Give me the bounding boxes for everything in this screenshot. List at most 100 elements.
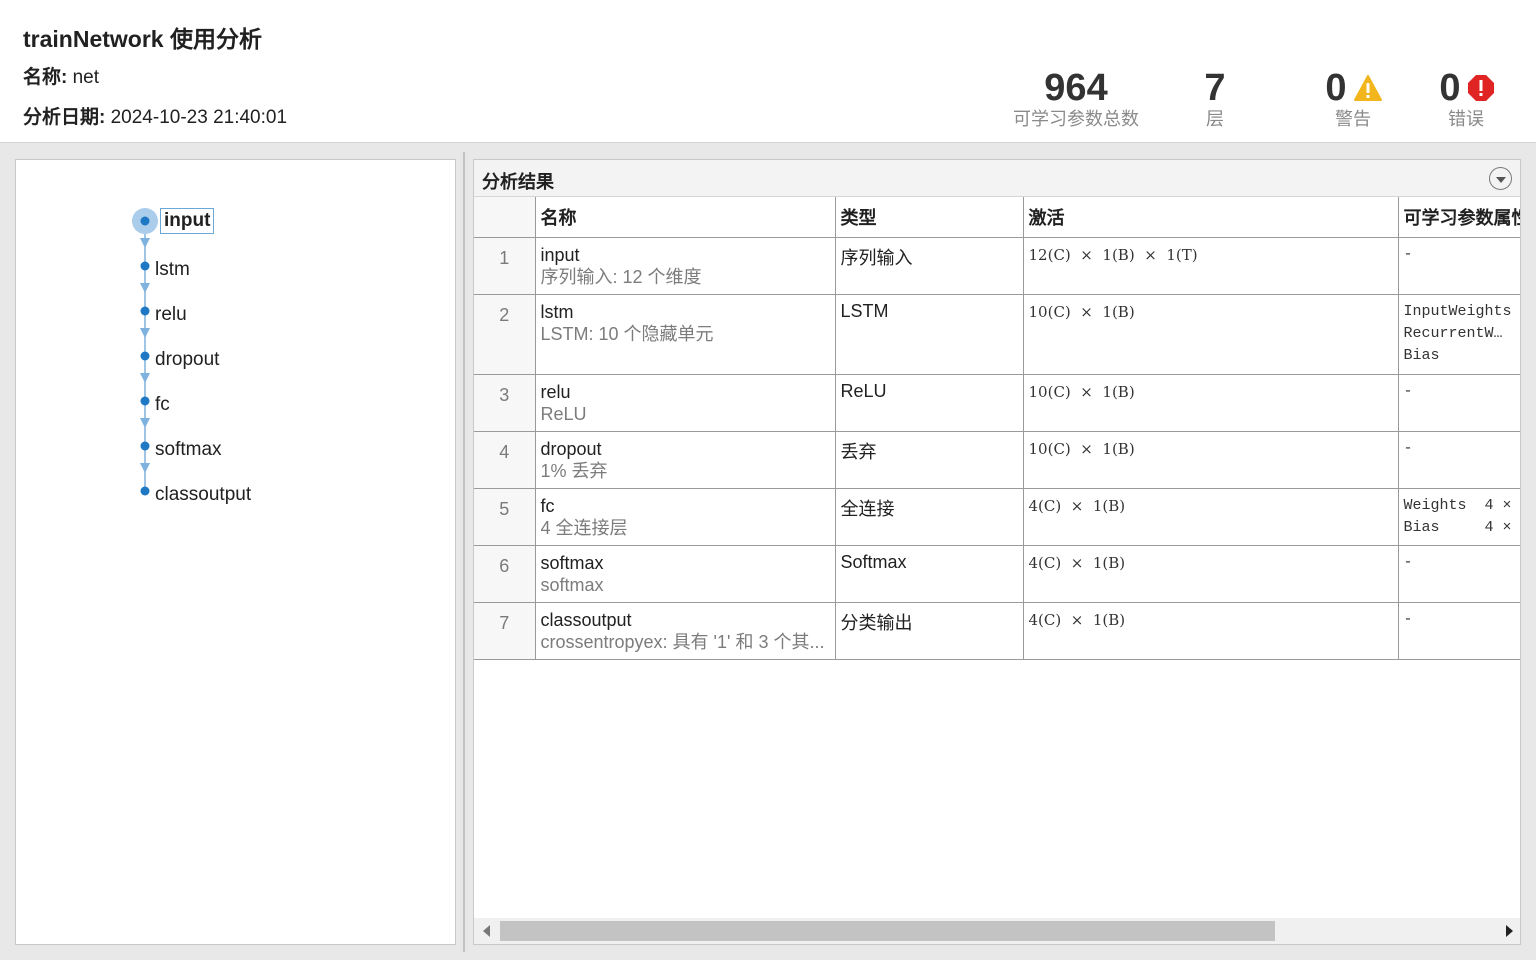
warnings-count: 0	[1325, 67, 1347, 109]
table-row[interactable]: 7 classoutput crossentropyex: 具有 '1' 和 3…	[474, 602, 1520, 660]
graph-label-input[interactable]: input	[160, 208, 215, 234]
table-header-row: 名称 类型 激活 可学习参数属性	[474, 197, 1520, 238]
table-row[interactable]: 6 softmax softmax Softmax 4(C) × 1(B) -	[474, 545, 1520, 603]
table-row[interactable]: 2 lstm LSTM: 10 个隐藏单元 LSTM 10(C) × 1(B) …	[474, 294, 1520, 375]
row-index: 6	[474, 545, 536, 603]
col-type-header[interactable]: 类型	[835, 197, 1024, 238]
layer-activation: 10(C) × 1(B)	[1023, 294, 1399, 375]
error-icon	[1467, 75, 1494, 101]
table-row[interactable]: 4 dropout 1% 丢弃 丢弃 10(C) × 1(B) -	[474, 431, 1520, 489]
network-graph-panel[interactable]: input lstm relu dropout fc softmax class…	[15, 159, 456, 945]
date-label: 分析日期:	[23, 107, 106, 128]
collapse-icon[interactable]	[1489, 167, 1512, 190]
table-row[interactable]: 3 relu ReLU ReLU 10(C) × 1(B) -	[474, 374, 1520, 432]
layer-activation: 12(C) × 1(B) × 1(T)	[1023, 237, 1399, 295]
layer-name-cell: lstm LSTM: 10 个隐藏单元	[535, 294, 836, 375]
analysis-date: 分析日期: 2024-10-23 21:40:01	[23, 102, 287, 129]
graph-node-classoutput[interactable]	[140, 486, 150, 496]
layer-name-cell: input 序列输入: 12 个维度	[535, 237, 836, 295]
layer-activation: 4(C) × 1(B)	[1023, 488, 1399, 546]
row-index: 7	[474, 602, 536, 660]
layer-learnables: -	[1398, 237, 1520, 295]
layer-description: 序列输入: 12 个维度	[540, 266, 702, 287]
graph-node-relu[interactable]	[140, 306, 150, 316]
results-panel: 分析结果 名称 类型 激活 可学习参数属性 1 input 序列输入: 12 个…	[473, 159, 1521, 945]
warnings-stat[interactable]: 0 警告	[1312, 66, 1396, 130]
layer-type: 全连接	[835, 488, 1024, 546]
layer-type: 丢弃	[835, 431, 1024, 489]
layer-learnables: InputWeights RecurrentW… Bias	[1398, 294, 1520, 375]
layer-learnables: Weights 4 × Bias 4 ×	[1398, 488, 1520, 546]
network-graph	[132, 208, 158, 496]
layer-activation: 10(C) × 1(B)	[1023, 431, 1399, 489]
results-title: 分析结果	[482, 172, 554, 192]
layer-description: ReLU	[540, 403, 587, 424]
col-index-header	[474, 197, 536, 238]
scrollbar-thumb[interactable]	[500, 921, 1275, 941]
graph-node-lstm[interactable]	[140, 261, 150, 271]
learnables-count: 964	[1044, 67, 1108, 109]
row-index: 2	[474, 294, 536, 375]
graph-node-dropout[interactable]	[140, 351, 150, 361]
layer-description: 1% 丢弃	[540, 460, 608, 481]
layer-type: 分类输出	[835, 602, 1024, 660]
table-row[interactable]: 5 fc 4 全连接层 全连接 4(C) × 1(B) Weights 4 × …	[474, 488, 1520, 546]
layer-name-cell: fc 4 全连接层	[535, 488, 836, 546]
col-name-header[interactable]: 名称	[535, 197, 836, 238]
graph-label-softmax[interactable]: softmax	[155, 439, 222, 461]
results-header: 分析结果	[474, 160, 1520, 197]
layer-activation: 4(C) × 1(B)	[1023, 545, 1399, 603]
name-label: 名称:	[23, 67, 68, 88]
graph-node-input[interactable]	[140, 216, 150, 226]
scroll-left-icon[interactable]	[483, 925, 490, 937]
errors-stat[interactable]: 0 错误	[1428, 66, 1506, 130]
layer-learnables: -	[1398, 545, 1520, 603]
row-index: 5	[474, 488, 536, 546]
layer-name-cell: relu ReLU	[535, 374, 836, 432]
results-table-wrap[interactable]: 名称 类型 激活 可学习参数属性 1 input 序列输入: 12 个维度 序列…	[474, 197, 1520, 919]
layer-name: softmax	[540, 552, 604, 573]
graph-label-lstm[interactable]: lstm	[155, 259, 190, 281]
layers-stat: 7 层	[1185, 66, 1245, 130]
layer-name-cell: softmax softmax	[535, 545, 836, 603]
layer-learnables: -	[1398, 374, 1520, 432]
page-title: trainNetwork 使用分析	[23, 26, 262, 52]
graph-label-dropout[interactable]: dropout	[155, 349, 219, 371]
panel-splitter[interactable]	[463, 152, 465, 952]
warning-icon	[1353, 75, 1382, 101]
layers-count: 7	[1204, 67, 1226, 109]
col-activation-header[interactable]: 激活	[1023, 197, 1399, 238]
horizontal-scrollbar[interactable]	[474, 918, 1520, 944]
row-index: 4	[474, 431, 536, 489]
layer-type: ReLU	[835, 374, 1024, 432]
table-row[interactable]: 1 input 序列输入: 12 个维度 序列输入 12(C) × 1(B) ×…	[474, 237, 1520, 295]
layer-name: classoutput	[540, 609, 632, 630]
layer-name: lstm	[540, 301, 574, 322]
date-value: 2024-10-23 21:40:01	[110, 107, 288, 128]
network-name: 名称: net	[23, 62, 99, 89]
errors-count: 0	[1439, 67, 1461, 109]
errors-label: 错误	[1448, 109, 1484, 129]
layer-name: dropout	[540, 438, 602, 459]
layer-name: input	[540, 244, 580, 265]
warnings-label: 警告	[1335, 109, 1371, 129]
layer-description: softmax	[540, 574, 604, 595]
graph-label-fc[interactable]: fc	[155, 394, 170, 416]
layer-name: fc	[540, 495, 555, 516]
layer-description: crossentropyex: 具有 '1' 和 3 个其...	[540, 631, 825, 652]
results-table: 名称 类型 激活 可学习参数属性 1 input 序列输入: 12 个维度 序列…	[474, 197, 1520, 660]
col-learnables-header[interactable]: 可学习参数属性	[1398, 197, 1520, 238]
scroll-right-icon[interactable]	[1506, 925, 1513, 937]
layer-name: relu	[540, 381, 571, 402]
layer-description: 4 全连接层	[540, 517, 628, 538]
graph-node-softmax[interactable]	[140, 441, 150, 451]
learnables-stat: 964 可学习参数总数	[1008, 66, 1144, 130]
graph-node-fc[interactable]	[140, 396, 150, 406]
name-value: net	[72, 67, 100, 88]
learnables-label: 可学习参数总数	[1013, 109, 1139, 129]
layer-type: LSTM	[835, 294, 1024, 375]
graph-label-classoutput[interactable]: classoutput	[155, 484, 251, 506]
layer-name-cell: dropout 1% 丢弃	[535, 431, 836, 489]
layer-learnables: -	[1398, 602, 1520, 660]
graph-label-relu[interactable]: relu	[155, 304, 187, 326]
